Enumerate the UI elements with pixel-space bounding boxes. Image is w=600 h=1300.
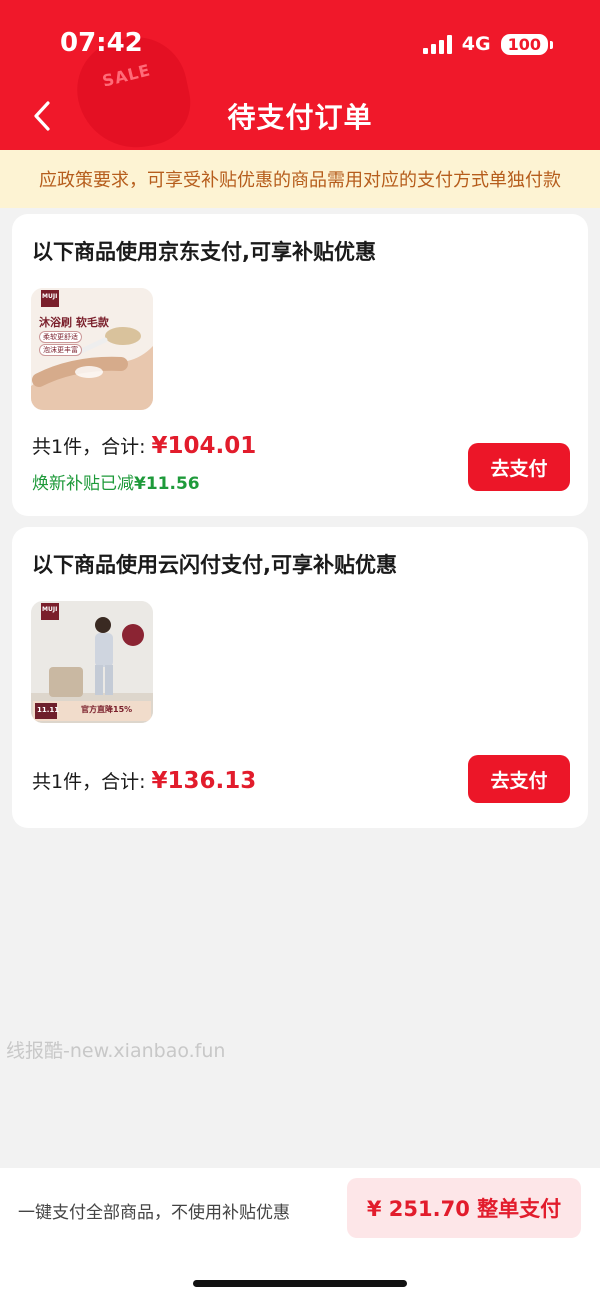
product-thumbnail[interactable]: MUJI 11.11 官方直降15%	[31, 601, 153, 723]
policy-notice: 应政策要求，可享受补贴优惠的商品需用对应的支付方式单独付款	[0, 150, 600, 208]
pay-button[interactable]: 去支付	[468, 443, 570, 491]
product-name: 沐浴刷 软毛款	[39, 316, 109, 329]
subsidy-label: 焕新补贴已减	[32, 474, 134, 494]
promo-banner: 官方直降15%	[81, 705, 133, 714]
pay-button[interactable]: 去支付	[468, 755, 570, 803]
subsidy-info: 焕新补贴已减¥11.56	[32, 469, 200, 494]
home-indicator[interactable]	[193, 1280, 407, 1287]
watermark: 线报酷-new.xianbao.fun	[6, 1040, 226, 1062]
total-label: 共1件，合计:	[32, 436, 146, 458]
product-thumbnail[interactable]: MUJI 沐浴刷 软毛款 柔软更舒适 泡沫更丰富	[31, 288, 153, 410]
pay-all-button[interactable]: ¥ 251.70 整单支付	[347, 1178, 581, 1238]
promo-date: 11.11	[37, 706, 60, 714]
order-card: 以下商品使用云闪付支付,可享补贴优惠 MUJI 11.11 官方直降15% 共1…	[12, 527, 588, 828]
order-card: 以下商品使用京东支付,可享补贴优惠 MUJI 沐浴刷 软毛款 柔软更舒适 泡沫更…	[12, 214, 588, 516]
order-total: 共1件，合计: ¥104.01	[32, 432, 256, 459]
brand-logo: MUJI	[42, 293, 58, 300]
order-total: 共1件，合计: ¥136.13	[32, 767, 256, 794]
brand-logo: MUJI	[42, 606, 58, 613]
status-indicators: 4G 100	[422, 33, 554, 55]
page-title: 待支付订单	[227, 101, 373, 134]
total-amount: ¥136.13	[151, 768, 257, 794]
bottom-bar: 一键支付全部商品，不使用补贴优惠 ¥ 251.70 整单支付	[0, 1168, 600, 1300]
total-amount: ¥104.01	[151, 433, 257, 459]
network-type: 4G	[461, 33, 491, 55]
product-tag: 泡沫更丰富	[39, 344, 82, 356]
order-title: 以下商品使用京东支付,可享补贴优惠	[32, 240, 376, 264]
order-title: 以下商品使用云闪付支付,可享补贴优惠	[32, 553, 397, 577]
status-time: 07:42	[60, 28, 143, 58]
product-tag: 柔软更舒适	[39, 331, 82, 343]
pay-all-note: 一键支付全部商品，不使用补贴优惠	[18, 1203, 290, 1223]
total-label: 共1件，合计:	[32, 771, 146, 793]
battery-icon: 100	[500, 33, 554, 55]
header: SALE 07:42 4G 100 待支付订单	[0, 0, 600, 150]
subsidy-amount: ¥11.56	[134, 474, 200, 494]
signal-icon	[422, 34, 452, 54]
